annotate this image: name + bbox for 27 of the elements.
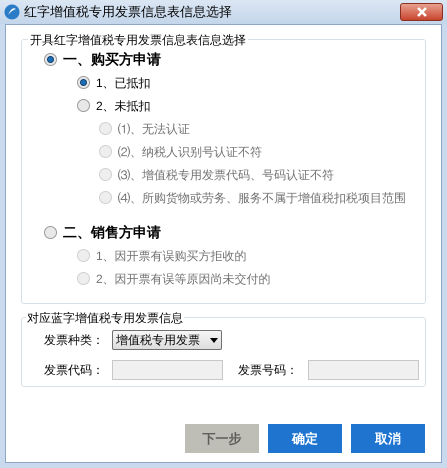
radio-label: ⑵、纳税人识别号认证不符 xyxy=(118,144,262,160)
app-icon xyxy=(4,4,20,20)
radio-label: ⑶、增值税专用发票代码、号码认证不符 xyxy=(118,166,334,184)
group-legend: 对应蓝字增值税专用发票信息 xyxy=(26,309,184,327)
radio-label: 1、已抵扣 xyxy=(96,74,151,92)
radio-label: ⑴、无法认证 xyxy=(118,120,190,138)
radio-label: 一、购买方申请 xyxy=(63,50,161,69)
close-button[interactable] xyxy=(400,3,443,21)
close-icon xyxy=(416,7,428,17)
radio-label: 2、未抵扣 xyxy=(96,98,151,114)
dialog-button[interactable]: 确定 xyxy=(268,424,342,453)
caret-icon xyxy=(210,338,218,342)
radio-label: ⑷、所购货物或劳务、服务不属于增值税扣税项目范围 xyxy=(118,190,406,206)
window-title: 红字增值税专用发票信息表信息选择 xyxy=(24,3,232,22)
dialog-button[interactable]: 取消 xyxy=(351,424,425,453)
field-label: 发票代码： xyxy=(44,362,105,379)
field-label: 发票种类： xyxy=(44,332,105,349)
radio-button[interactable] xyxy=(44,53,57,66)
radio-button[interactable] xyxy=(44,226,57,239)
radio-button[interactable] xyxy=(77,99,90,112)
radio-label: 1、因开票有误购买方拒收的 xyxy=(96,248,247,264)
group-legend: 开具红字增值税专用发票信息表信息选择 xyxy=(28,31,248,49)
radio-label: 二、销售方申请 xyxy=(63,223,161,242)
radio-label: 2、因开票有误等原因尚未交付的 xyxy=(96,270,271,288)
radio-button[interactable] xyxy=(77,76,90,89)
field-label: 发票号码： xyxy=(238,362,299,379)
invoice-type-dropdown[interactable]: 增值税专用发票 xyxy=(112,330,222,350)
